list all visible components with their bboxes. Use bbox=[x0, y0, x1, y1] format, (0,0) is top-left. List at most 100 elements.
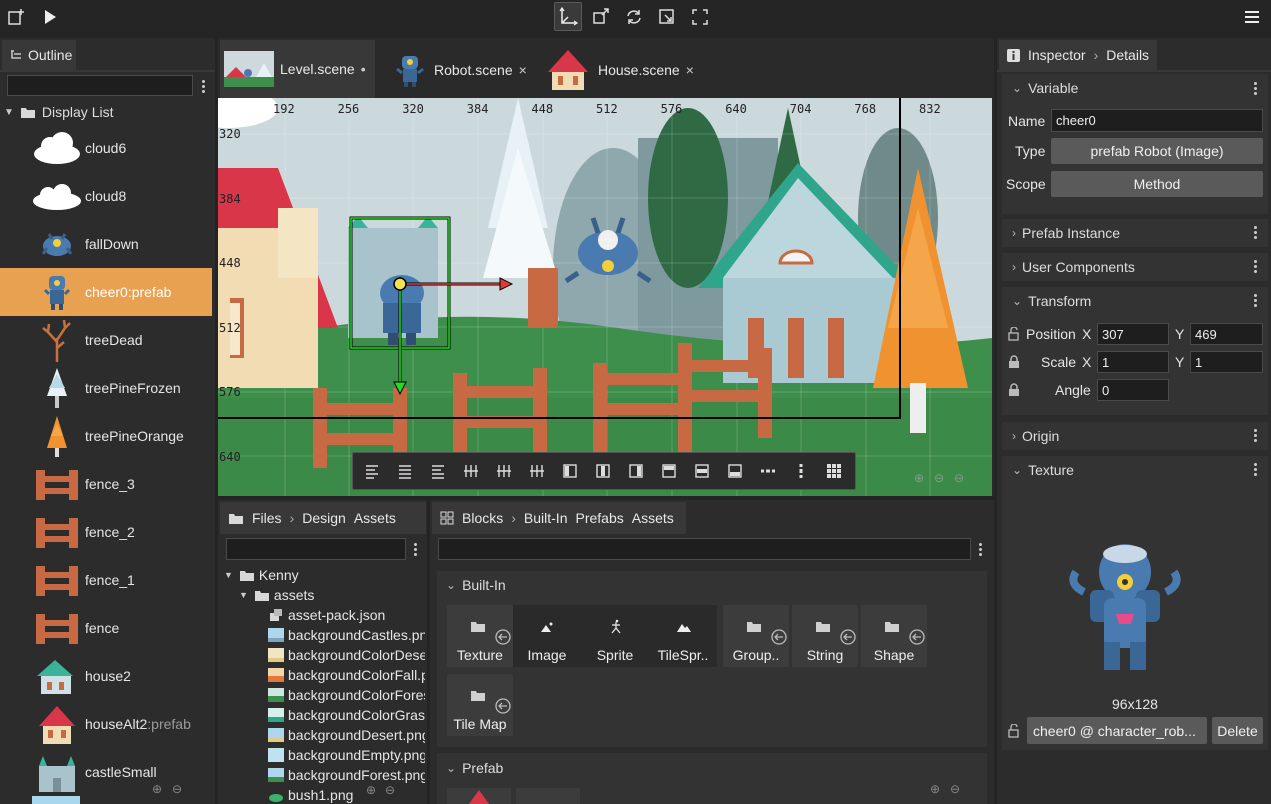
outline-item[interactable]: treeDead bbox=[0, 316, 212, 364]
transform-section-header[interactable]: ⌄ Transform bbox=[1002, 287, 1268, 315]
play-icon[interactable] bbox=[40, 7, 60, 27]
blocks-filter-input[interactable] bbox=[438, 538, 971, 560]
zoom-in-icon[interactable]: ⊕ bbox=[366, 783, 376, 797]
chevron-down-icon[interactable]: ⌄ bbox=[446, 578, 456, 592]
zoom-out-icon[interactable]: ⊖ bbox=[172, 782, 182, 796]
scope-button[interactable]: Method bbox=[1051, 171, 1263, 197]
prefab-instance-menu-icon[interactable] bbox=[1254, 226, 1258, 240]
block-image[interactable]: Image bbox=[513, 605, 581, 667]
tree-file[interactable]: bush1.png bbox=[268, 785, 353, 804]
prefab-instance-section[interactable]: › Prefab Instance bbox=[1002, 219, 1268, 247]
rotate-tool-icon[interactable] bbox=[624, 7, 644, 27]
tree-file[interactable]: backgroundForest.png bbox=[268, 765, 425, 785]
vertical-column-icon[interactable] bbox=[792, 462, 810, 480]
chevron-right-icon[interactable]: › bbox=[1012, 226, 1016, 240]
block-group[interactable]: Group.. bbox=[723, 605, 789, 667]
chevron-down-icon[interactable]: ▼ bbox=[239, 590, 248, 600]
delete-button[interactable]: Delete bbox=[1212, 717, 1263, 744]
variable-menu-icon[interactable] bbox=[1254, 82, 1258, 96]
block-tilesprite[interactable]: TileSpr.. bbox=[649, 605, 717, 667]
distribute-center-icon[interactable] bbox=[495, 462, 513, 480]
align-left-icon[interactable] bbox=[363, 462, 381, 480]
chevron-right-icon[interactable]: › bbox=[1012, 429, 1016, 443]
tab-outline[interactable]: Outline bbox=[2, 40, 76, 70]
horizontal-row-icon[interactable] bbox=[759, 462, 777, 480]
outline-item-selected[interactable]: cheer0:prefab bbox=[0, 268, 212, 316]
position-y-field[interactable] bbox=[1190, 323, 1263, 345]
origin-menu-icon[interactable] bbox=[1254, 429, 1258, 443]
chevron-down-icon[interactable]: ⌄ bbox=[1012, 294, 1022, 308]
builtin-section-header[interactable]: ⌄ Built-In bbox=[446, 577, 506, 593]
block-sprite[interactable]: Sprite bbox=[581, 605, 649, 667]
zoom-in-icon[interactable]: ⊕ bbox=[930, 782, 940, 796]
tab-level-scene[interactable]: Level.scene • bbox=[220, 40, 375, 98]
zoom-out-icon[interactable]: ⊖ bbox=[385, 783, 395, 797]
texture-section-header[interactable]: ⌄ Texture bbox=[1002, 456, 1268, 484]
outline-menu-icon[interactable] bbox=[202, 80, 206, 94]
outline-item[interactable]: fence bbox=[0, 604, 212, 652]
align-middle-icon[interactable] bbox=[693, 462, 711, 480]
tab-files[interactable]: Files › Design Assets bbox=[220, 502, 426, 534]
distribute-right-icon[interactable] bbox=[528, 462, 546, 480]
unlock-icon[interactable] bbox=[1007, 327, 1021, 341]
tree-file[interactable]: backgroundColorGrass.png bbox=[268, 705, 425, 725]
zoom-in-icon[interactable]: ⊕ bbox=[152, 782, 162, 796]
tab-inspector[interactable]: Inspector › Details bbox=[999, 40, 1157, 70]
new-scene-icon[interactable] bbox=[6, 7, 26, 27]
blocks-menu-icon[interactable] bbox=[979, 543, 983, 557]
lock-icon[interactable] bbox=[1008, 383, 1020, 397]
fullscreen-icon[interactable] bbox=[690, 7, 710, 27]
tree-file[interactable]: backgroundCastles.png bbox=[268, 625, 425, 645]
tab-house-scene[interactable]: House.scene × bbox=[540, 44, 700, 96]
outline-item[interactable]: house2 bbox=[0, 652, 212, 700]
prefab-robot-block[interactable] bbox=[516, 788, 580, 804]
block-string[interactable]: String bbox=[792, 605, 858, 667]
outline-item[interactable]: treePineOrange bbox=[0, 412, 212, 460]
outline-item[interactable]: fence_1 bbox=[0, 556, 212, 604]
zoom-reset-icon[interactable]: ⊖ bbox=[954, 471, 964, 485]
breadcrumb-built-in[interactable]: Built-In bbox=[524, 510, 568, 526]
outline-item[interactable]: fence_3 bbox=[0, 460, 212, 508]
scale-y-field[interactable] bbox=[1190, 351, 1263, 373]
chevron-right-icon[interactable]: › bbox=[1012, 260, 1016, 274]
align-center-icon[interactable] bbox=[396, 462, 414, 480]
align-box-left-icon[interactable] bbox=[561, 462, 579, 480]
chevron-down-icon[interactable]: ⌄ bbox=[1012, 81, 1022, 95]
close-tab-icon[interactable]: × bbox=[519, 62, 527, 78]
tree-file[interactable]: asset-pack.json bbox=[268, 605, 385, 625]
outline-item[interactable]: cloud8 bbox=[0, 172, 212, 220]
tree-file[interactable]: backgroundEmpty.png bbox=[268, 745, 425, 765]
tree-file[interactable]: backgroundColorForest.png bbox=[268, 685, 425, 705]
outline-item[interactable]: fallDown bbox=[0, 220, 212, 268]
outline-item[interactable]: treePineFrozen bbox=[0, 364, 212, 412]
align-right-icon[interactable] bbox=[429, 462, 447, 480]
select-tool-icon[interactable] bbox=[554, 2, 582, 31]
name-field[interactable] bbox=[1051, 109, 1263, 132]
zoom-out-icon[interactable]: ⊖ bbox=[950, 782, 960, 796]
outline-item[interactable]: cloud6 bbox=[0, 124, 212, 172]
distribute-left-icon[interactable] bbox=[462, 462, 480, 480]
chevron-down-icon[interactable]: ⌄ bbox=[1012, 463, 1022, 477]
transform-menu-icon[interactable] bbox=[1254, 294, 1258, 308]
hamburger-menu-icon[interactable] bbox=[1242, 7, 1262, 27]
texture-frame-button[interactable]: cheer0 @ character_rob... bbox=[1027, 717, 1207, 744]
chevron-down-icon[interactable]: ⌄ bbox=[446, 761, 456, 775]
variable-section-header[interactable]: ⌄ Variable bbox=[1002, 74, 1268, 102]
zoom-out-icon[interactable]: ⊖ bbox=[934, 471, 944, 485]
tab-blocks[interactable]: Blocks › Built-In Prefabs Assets bbox=[432, 502, 686, 534]
tree-file[interactable]: backgroundColorDesert.png bbox=[268, 645, 425, 665]
breadcrumb-design[interactable]: Design bbox=[302, 510, 346, 526]
block-tilemap[interactable]: Tile Map bbox=[447, 674, 513, 736]
tree-folder-assets[interactable]: ▼ assets bbox=[239, 585, 314, 605]
close-tab-icon[interactable]: × bbox=[686, 62, 694, 78]
tree-file[interactable]: backgroundDesert.png bbox=[268, 725, 425, 745]
texture-menu-icon[interactable] bbox=[1254, 463, 1258, 477]
grid-icon[interactable] bbox=[825, 462, 843, 480]
user-components-menu-icon[interactable] bbox=[1254, 260, 1258, 274]
tree-file[interactable]: backgroundColorFall.png bbox=[268, 665, 425, 685]
tab-robot-scene[interactable]: Robot.scene × bbox=[388, 44, 533, 96]
files-filter-input[interactable] bbox=[226, 538, 406, 560]
zoom-in-icon[interactable]: ⊕ bbox=[914, 471, 924, 485]
outline-filter-input[interactable] bbox=[7, 75, 193, 96]
breadcrumb-prefabs[interactable]: Prefabs bbox=[575, 510, 623, 526]
